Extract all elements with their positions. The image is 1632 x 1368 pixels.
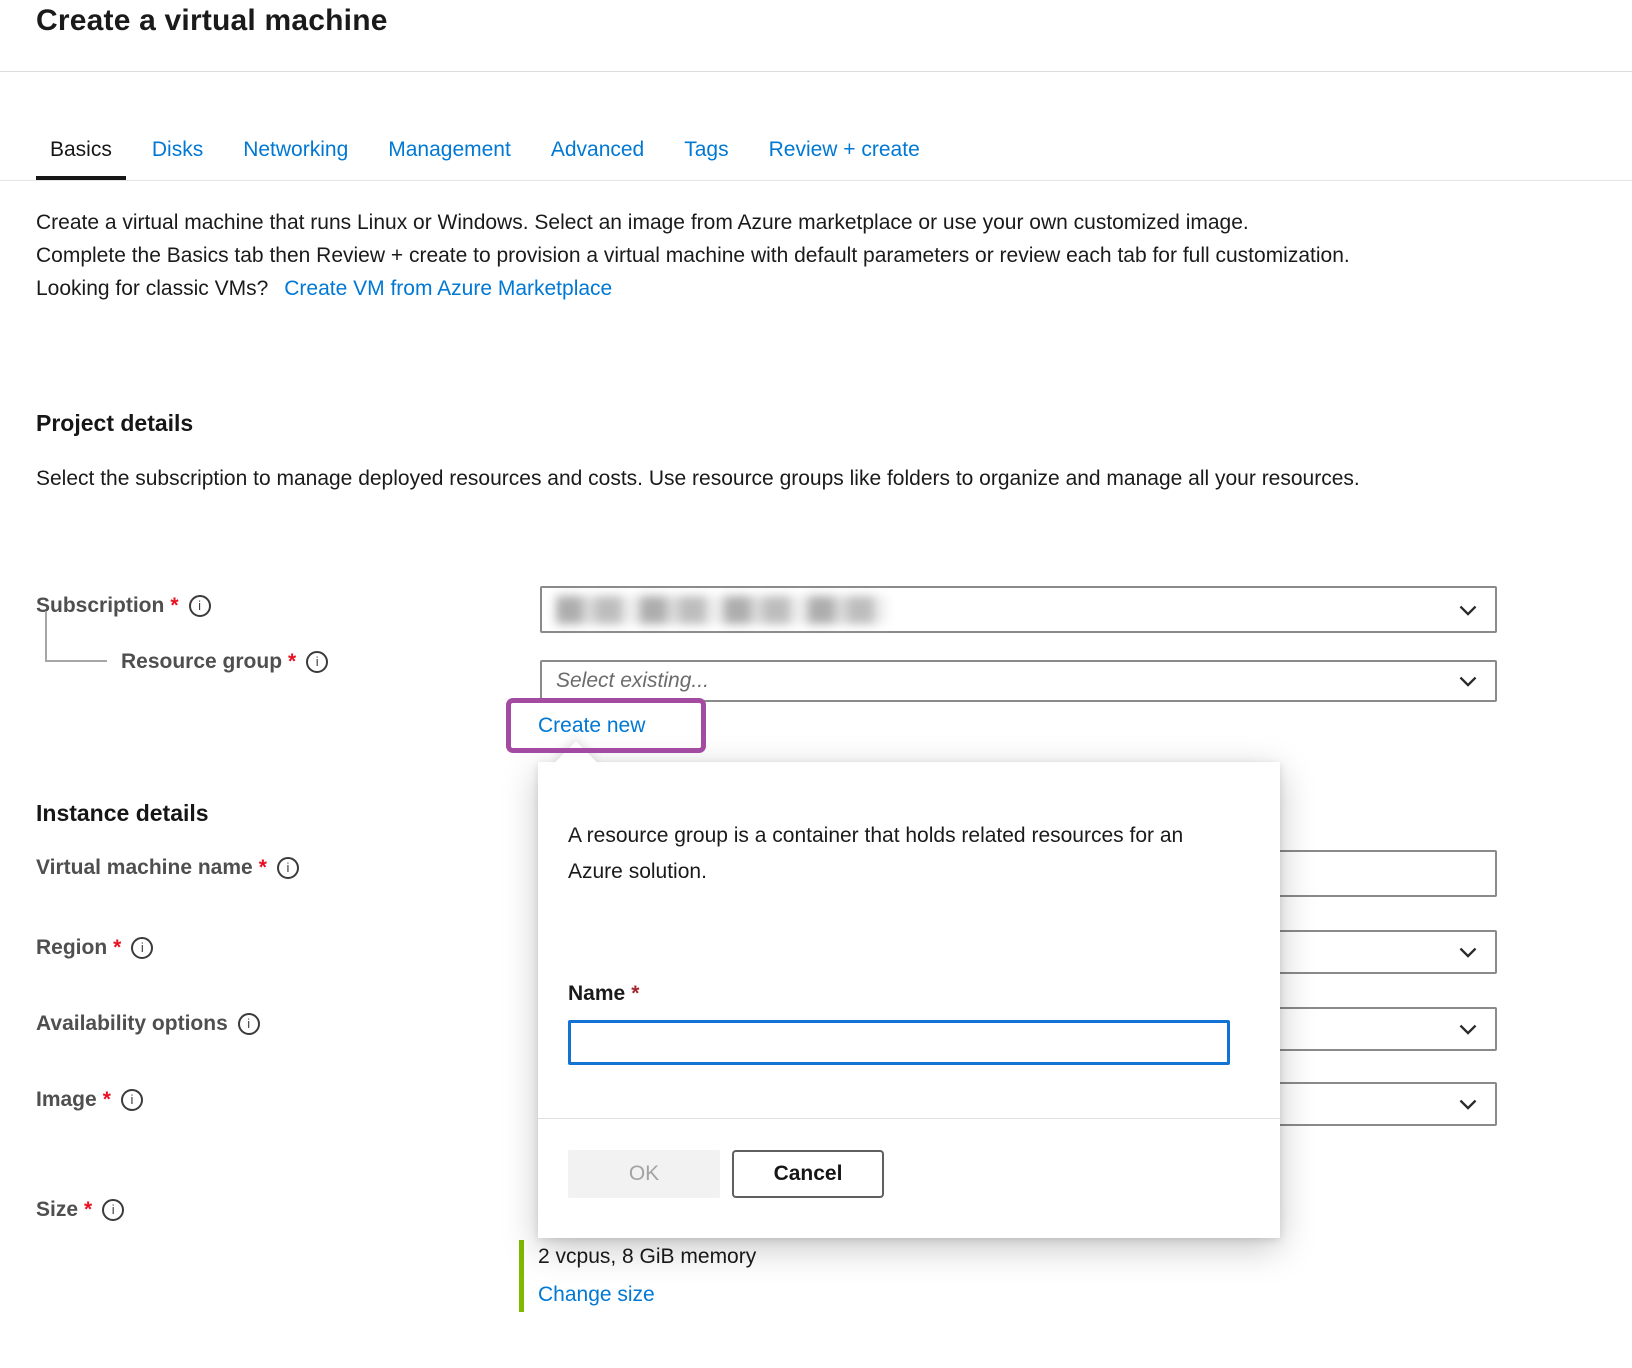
- dialog-name-text-field[interactable]: [571, 1023, 1227, 1062]
- tab-networking[interactable]: Networking: [229, 132, 362, 176]
- chevron-down-icon: [1457, 1093, 1479, 1115]
- size-summary: 2 vcpus, 8 GiB memory Change size: [519, 1240, 1219, 1312]
- info-icon[interactable]: i: [131, 937, 153, 959]
- classic-vms-text: Looking for classic VMs?: [36, 277, 268, 300]
- dialog-divider: [538, 1118, 1280, 1119]
- info-icon[interactable]: i: [277, 857, 299, 879]
- cancel-button[interactable]: Cancel: [732, 1150, 884, 1198]
- required-asterisk: *: [631, 982, 639, 1005]
- change-size-link[interactable]: Change size: [538, 1278, 655, 1312]
- availability-options-label: Availability optionsi: [36, 1012, 260, 1036]
- chevron-down-icon: [1457, 599, 1479, 621]
- page-title: Create a virtual machine: [36, 4, 388, 38]
- tab-management[interactable]: Management: [374, 132, 525, 176]
- required-asterisk: *: [103, 1088, 111, 1111]
- dialog-caret: [553, 741, 598, 786]
- project-details-description: Select the subscription to manage deploy…: [36, 462, 1456, 495]
- tab-disks[interactable]: Disks: [138, 132, 217, 176]
- subscription-select[interactable]: [540, 586, 1497, 633]
- intro-text: Create a virtual machine that runs Linux…: [36, 206, 1441, 305]
- info-icon[interactable]: i: [238, 1013, 260, 1035]
- chevron-down-icon: [1457, 1018, 1479, 1040]
- image-label: Image*i: [36, 1088, 143, 1112]
- tab-advanced[interactable]: Advanced: [537, 132, 658, 176]
- vm-name-label: Virtual machine name*i: [36, 856, 299, 880]
- tabs-underline: [0, 180, 1632, 181]
- intro-line-1: Create a virtual machine that runs Linux…: [36, 206, 1441, 239]
- required-asterisk: *: [84, 1198, 92, 1221]
- size-label: Size*i: [36, 1198, 124, 1222]
- tab-basics[interactable]: Basics: [36, 132, 126, 180]
- create-new-link[interactable]: Create new: [538, 714, 645, 738]
- resource-group-input[interactable]: [542, 662, 1495, 700]
- info-icon[interactable]: i: [189, 595, 211, 617]
- header-divider: [0, 71, 1632, 72]
- dialog-name-label: Name*: [568, 982, 639, 1006]
- subscription-value-redacted: [556, 596, 886, 624]
- chevron-down-icon: [1457, 941, 1479, 963]
- intro-line-2: Complete the Basics tab then Review + cr…: [36, 239, 1441, 272]
- tab-bar: Basics Disks Networking Management Advanced T…: [36, 132, 946, 180]
- create-resource-group-dialog: A resource group is a container that hol…: [538, 762, 1280, 1238]
- required-asterisk: *: [259, 856, 267, 879]
- info-icon[interactable]: i: [121, 1089, 143, 1111]
- info-icon[interactable]: i: [306, 651, 328, 673]
- size-specs-text: 2 vcpus, 8 GiB memory: [538, 1240, 1219, 1274]
- ok-button[interactable]: OK: [568, 1150, 720, 1198]
- tree-connector: [45, 611, 107, 662]
- tab-review-create[interactable]: Review + create: [755, 132, 934, 176]
- dialog-name-input[interactable]: [568, 1020, 1230, 1065]
- dialog-description: A resource group is a container that hol…: [568, 818, 1196, 890]
- instance-details-heading: Instance details: [36, 800, 209, 827]
- create-vm-marketplace-link[interactable]: Create VM from Azure Marketplace: [284, 277, 612, 300]
- resource-group-select[interactable]: [540, 660, 1497, 702]
- resource-group-label: Resource group*i: [121, 650, 328, 674]
- tab-tags[interactable]: Tags: [670, 132, 742, 176]
- required-asterisk: *: [288, 650, 296, 673]
- create-vm-page: Create a virtual machine Basics Disks Netw…: [0, 0, 1632, 1368]
- project-details-heading: Project details: [36, 410, 193, 437]
- chevron-down-icon: [1457, 670, 1479, 692]
- required-asterisk: *: [170, 594, 178, 617]
- required-asterisk: *: [113, 936, 121, 959]
- intro-line-3: Looking for classic VMs? Create VM from A…: [36, 272, 1441, 305]
- info-icon[interactable]: i: [102, 1199, 124, 1221]
- region-label: Region*i: [36, 936, 153, 960]
